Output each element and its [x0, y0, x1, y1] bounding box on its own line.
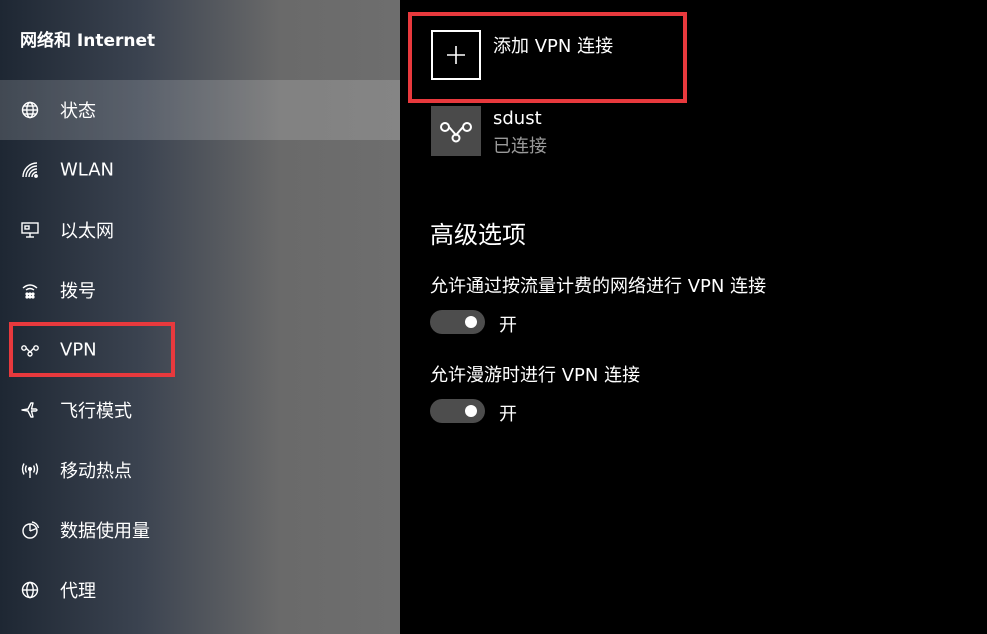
toggle-knob	[465, 405, 477, 417]
sidebar-item-hotspot[interactable]: 移动热点	[0, 440, 400, 500]
sidebar-item-proxy[interactable]: 代理	[0, 560, 400, 620]
sidebar-item-label: 状态	[60, 101, 96, 122]
connection-status: 已连接	[493, 136, 547, 157]
metered-option-label: 允许通过按流量计费的网络进行 VPN 连接	[430, 276, 767, 297]
sidebar-item-data-usage[interactable]: 数据使用量	[0, 500, 400, 560]
sidebar-title: 网络和 Internet	[20, 31, 156, 51]
add-vpn-label: 添加 VPN 连接	[493, 36, 614, 57]
add-vpn-button[interactable]: 添加 VPN 连接	[431, 30, 681, 80]
sidebar-item-label: 代理	[60, 581, 96, 602]
vpn-icon	[431, 106, 481, 156]
vpn-highlight-box	[9, 322, 175, 377]
globe-status-icon	[19, 99, 41, 121]
sidebar-item-ethernet[interactable]: 以太网	[0, 200, 400, 260]
main-content: 添加 VPN 连接 sdust 已连接 高级选项 允许通过按流量计费的网络进行 …	[400, 0, 987, 634]
hotspot-icon	[19, 459, 41, 481]
sidebar-item-label: 以太网	[60, 221, 114, 242]
roaming-toggle-state: 开	[499, 404, 517, 425]
dialup-icon	[19, 279, 41, 301]
connection-name: sdust	[493, 108, 542, 129]
sidebar-item-label: 飞行模式	[60, 401, 132, 422]
sidebar: 网络和 Internet 状态 WLAN 以太网 拨号 VPN 飞行模式 移动热…	[0, 0, 400, 634]
plus-icon	[431, 30, 481, 80]
metered-toggle[interactable]	[430, 310, 485, 334]
sidebar-item-dialup[interactable]: 拨号	[0, 260, 400, 320]
ethernet-icon	[19, 219, 41, 241]
airplane-icon	[19, 399, 41, 421]
sidebar-item-label: WLAN	[60, 159, 115, 181]
metered-toggle-state: 开	[499, 315, 517, 336]
sidebar-item-wlan[interactable]: WLAN	[0, 140, 400, 200]
data-usage-icon	[19, 519, 41, 541]
sidebar-item-label: 移动热点	[60, 461, 132, 482]
wifi-icon	[19, 159, 41, 181]
roaming-option-label: 允许漫游时进行 VPN 连接	[430, 365, 641, 386]
sidebar-item-status[interactable]: 状态	[0, 80, 400, 140]
sidebar-item-label: 数据使用量	[60, 521, 150, 542]
advanced-options-title: 高级选项	[430, 221, 526, 249]
roaming-toggle[interactable]	[430, 399, 485, 423]
vpn-connection-item[interactable]: sdust 已连接	[431, 106, 731, 157]
toggle-knob	[465, 316, 477, 328]
settings-window: 网络和 Internet 状态 WLAN 以太网 拨号 VPN 飞行模式 移动热…	[0, 0, 987, 634]
sidebar-item-label: 拨号	[60, 281, 96, 302]
sidebar-item-airplane[interactable]: 飞行模式	[0, 380, 400, 440]
globe-proxy-icon	[19, 579, 41, 601]
